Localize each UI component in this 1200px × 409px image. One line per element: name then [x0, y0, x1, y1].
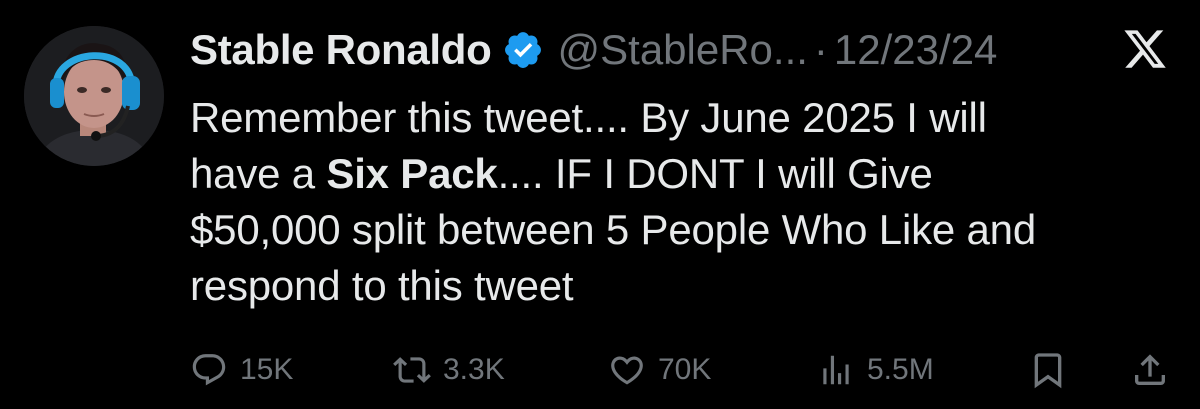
reply-icon [190, 351, 228, 389]
tweet-text: Remember this tweet.... By June 2025 I w… [190, 90, 1180, 314]
tweet-line: respond to this tweet [190, 262, 574, 309]
share-button[interactable] [1130, 342, 1170, 398]
user-handle[interactable]: @StableRo... [558, 26, 808, 74]
repost-icon [393, 351, 431, 389]
verified-badge-icon [502, 29, 544, 71]
repost-button[interactable]: 3.3K [393, 342, 505, 398]
like-button[interactable]: 70K [608, 342, 711, 398]
reply-button[interactable]: 15K [190, 342, 293, 398]
share-icon [1130, 350, 1170, 390]
like-icon [608, 351, 646, 389]
tweet-text-bold: Six Pack [326, 150, 498, 197]
tweet-line: have a Six Pack.... IF I DONT I will Giv… [190, 146, 1180, 202]
x-logo-icon[interactable] [1122, 26, 1168, 72]
tweet-text-segment: have a [190, 150, 327, 197]
tweet-card[interactable]: Stable Ronaldo @StableRo... · 12/23/24 R… [0, 0, 1200, 409]
action-bar: 15K 3.3K 70K 5.5M [190, 342, 1180, 398]
reply-count: 15K [240, 353, 294, 386]
tweet-line: Remember this tweet.... By June 2025 I w… [190, 94, 987, 141]
like-count: 70K [658, 353, 712, 386]
views-icon [817, 351, 855, 389]
tweet-text-segment: .... IF I DONT I will Give [497, 150, 933, 197]
tweet-date[interactable]: 12/23/24 [834, 26, 998, 74]
bookmark-button[interactable] [1028, 342, 1068, 398]
views-count: 5.5M [867, 353, 934, 386]
repost-count: 3.3K [443, 353, 505, 386]
separator-dot: · [813, 26, 828, 73]
avatar[interactable] [24, 26, 164, 166]
views-button[interactable]: 5.5M [817, 342, 934, 398]
tweet-line: $50,000 split between 5 People Who Like … [190, 206, 1037, 253]
bookmark-icon [1028, 350, 1068, 390]
display-name[interactable]: Stable Ronaldo [190, 26, 492, 74]
tweet-header: Stable Ronaldo @StableRo... · 12/23/24 [190, 22, 997, 78]
